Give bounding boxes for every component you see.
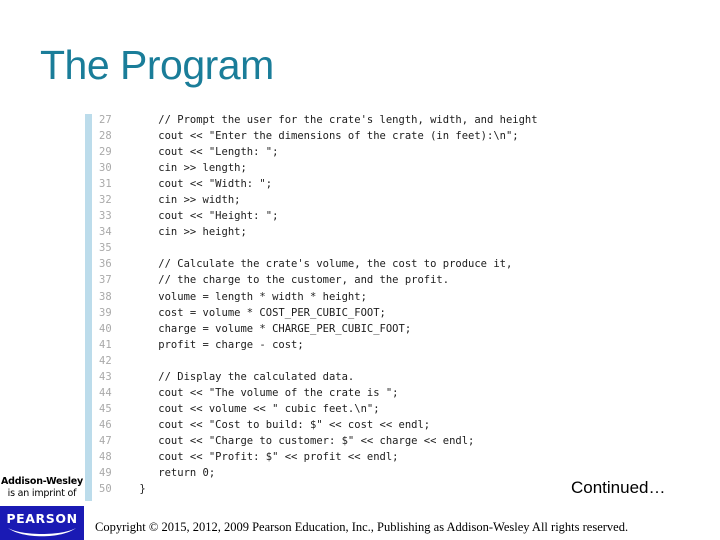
code-line-number: 33 xyxy=(99,210,112,223)
pearson-swoosh-icon xyxy=(8,528,76,537)
code-line: 33 cout << "Height: "; xyxy=(99,208,538,224)
code-line-text: cout << "Profit: $" << profit << endl; xyxy=(133,450,399,463)
code-line: 47 cout << "Charge to customer: $" << ch… xyxy=(99,433,538,449)
code-listing: 27 // Prompt the user for the crate's le… xyxy=(85,112,665,502)
code-line: 39 cost = volume * COST_PER_CUBIC_FOOT; xyxy=(99,305,538,321)
footer-accent-bar xyxy=(78,506,84,540)
code-line: 48 cout << "Profit: $" << profit << endl… xyxy=(99,449,538,465)
code-line-number: 44 xyxy=(99,386,112,399)
code-line: 49 return 0; xyxy=(99,465,538,481)
code-line-text: // Calculate the crate's volume, the cos… xyxy=(133,258,513,271)
code-line-number: 43 xyxy=(99,370,112,383)
code-line-number: 42 xyxy=(99,354,112,367)
code-line-number: 45 xyxy=(99,402,112,415)
code-line-text: cout << "Charge to customer: $" << charg… xyxy=(133,434,475,447)
code-line-number: 47 xyxy=(99,434,112,447)
code-line-number: 48 xyxy=(99,450,112,463)
code-line: 43 // Display the calculated data. xyxy=(99,369,538,385)
code-line-text: // Display the calculated data. xyxy=(133,370,355,383)
code-line: 40 charge = volume * CHARGE_PER_CUBIC_FO… xyxy=(99,321,538,337)
imprint-block: Addison-Wesley is an imprint of xyxy=(0,476,84,502)
code-line: 32 cin >> width; xyxy=(99,192,538,208)
imprint-subtitle: is an imprint of xyxy=(7,488,77,499)
code-line-text: volume = length * width * height; xyxy=(133,290,367,303)
code-line-text: cin >> width; xyxy=(133,194,241,207)
page-title: The Program xyxy=(40,42,274,88)
code-line-number: 39 xyxy=(99,306,112,319)
slide-canvas: The Program 27 // Prompt the user for th… xyxy=(0,0,720,540)
code-line-number: 32 xyxy=(99,194,112,207)
code-line-number: 28 xyxy=(99,130,112,143)
code-left-accent-rule xyxy=(85,114,92,501)
code-line-text: cout << "Width: "; xyxy=(133,178,273,191)
code-line-text: cin >> height; xyxy=(133,226,247,239)
pearson-logo: PEARSON xyxy=(0,506,84,540)
copyright-notice: Copyright © 2015, 2012, 2009 Pearson Edu… xyxy=(95,520,629,534)
imprint-name: Addison-Wesley xyxy=(1,476,83,487)
code-line-number: 34 xyxy=(99,226,112,239)
code-line-text: cout << "Length: "; xyxy=(133,146,279,159)
code-line-number: 30 xyxy=(99,162,112,175)
code-line-text: charge = volume * CHARGE_PER_CUBIC_FOOT; xyxy=(133,322,412,335)
pearson-wordmark: PEARSON xyxy=(6,511,78,526)
code-line: 31 cout << "Width: "; xyxy=(99,176,538,192)
code-line-number: 37 xyxy=(99,274,112,287)
code-line: 36 // Calculate the crate's volume, the … xyxy=(99,256,538,272)
code-line: 30 cin >> length; xyxy=(99,160,538,176)
code-lines-container: 27 // Prompt the user for the crate's le… xyxy=(99,112,538,497)
code-line: 44 cout << "The volume of the crate is "… xyxy=(99,385,538,401)
code-line-text: return 0; xyxy=(133,467,216,480)
code-line-text: cout << "The volume of the crate is "; xyxy=(133,386,399,399)
code-line-number: 38 xyxy=(99,290,112,303)
code-line-number: 49 xyxy=(99,467,112,480)
code-line-text: // Prompt the user for the crate's lengt… xyxy=(133,114,538,126)
code-line: 37 // the charge to the customer, and th… xyxy=(99,272,538,288)
code-line-text: // the charge to the customer, and the p… xyxy=(133,274,450,287)
code-line-number: 50 xyxy=(99,483,112,496)
code-line-number: 31 xyxy=(99,178,112,191)
code-line-number: 29 xyxy=(99,146,112,159)
code-line: 41 profit = charge - cost; xyxy=(99,337,538,353)
code-line: 38 volume = length * width * height; xyxy=(99,289,538,305)
code-line-text: } xyxy=(133,483,146,496)
code-line: 27 // Prompt the user for the crate's le… xyxy=(99,112,538,128)
code-line: 35 xyxy=(99,240,538,256)
code-line: 46 cout << "Cost to build: $" << cost <<… xyxy=(99,417,538,433)
code-line-number: 27 xyxy=(99,114,112,126)
code-line-text: cout << volume << " cubic feet.\n"; xyxy=(133,402,380,415)
code-line-text: cout << "Cost to build: $" << cost << en… xyxy=(133,418,431,431)
code-line-number: 40 xyxy=(99,322,112,335)
code-line-text: cin >> length; xyxy=(133,162,247,175)
code-line-number: 36 xyxy=(99,258,112,271)
code-line-number: 35 xyxy=(99,242,112,255)
code-line: 45 cout << volume << " cubic feet.\n"; xyxy=(99,401,538,417)
code-line-text: cout << "Enter the dimensions of the cra… xyxy=(133,130,519,143)
code-line: 34 cin >> height; xyxy=(99,224,538,240)
code-line: 29 cout << "Length: "; xyxy=(99,144,538,160)
code-line-number: 41 xyxy=(99,338,112,351)
code-line: 42 xyxy=(99,353,538,369)
code-line-text: cost = volume * COST_PER_CUBIC_FOOT; xyxy=(133,306,386,319)
code-line: 50 } xyxy=(99,481,538,497)
code-line-text: profit = charge - cost; xyxy=(133,338,304,351)
continued-label: Continued… xyxy=(571,478,666,497)
code-line-number: 46 xyxy=(99,418,112,431)
code-line-text: cout << "Height: "; xyxy=(133,210,279,223)
code-line: 28 cout << "Enter the dimensions of the … xyxy=(99,128,538,144)
